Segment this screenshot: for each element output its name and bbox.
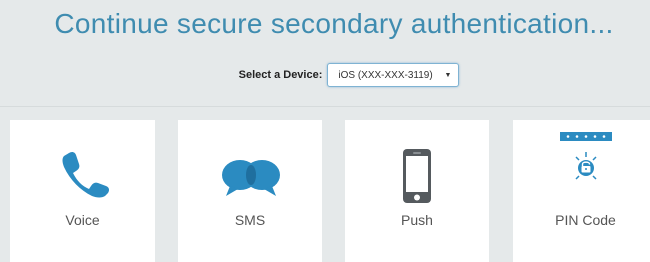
voice-method-card[interactable]: Voice xyxy=(10,120,155,262)
divider xyxy=(0,106,650,107)
device-select-label: Select a Device: xyxy=(238,69,323,81)
device-selector-row: Select a Device: iOS (XXX-XXX-3119) ▼ xyxy=(0,63,650,87)
pin-code-method-card[interactable]: PIN Code xyxy=(513,120,650,262)
auth-method-list: Voice SMS Push PIN Code xyxy=(0,120,650,262)
phone-icon xyxy=(62,151,110,198)
device-select[interactable]: iOS (XXX-XXX-3119) ▼ xyxy=(327,63,460,87)
dropdown-arrow-icon: ▼ xyxy=(444,71,452,79)
voice-method-label: Voice xyxy=(65,212,100,228)
chat-bubbles-icon xyxy=(222,160,280,196)
page-title: Continue secure secondary authentication… xyxy=(54,8,614,39)
sms-method-card[interactable]: SMS xyxy=(178,120,322,262)
push-method-card[interactable]: Push xyxy=(345,120,489,262)
sms-method-label: SMS xyxy=(234,212,266,228)
pin-code-icon xyxy=(560,132,612,180)
smartphone-icon xyxy=(403,149,431,203)
device-select-value: iOS (XXX-XXX-3119) xyxy=(338,69,433,81)
pin-code-method-label: PIN Code xyxy=(555,212,616,228)
push-method-label: Push xyxy=(401,212,433,228)
